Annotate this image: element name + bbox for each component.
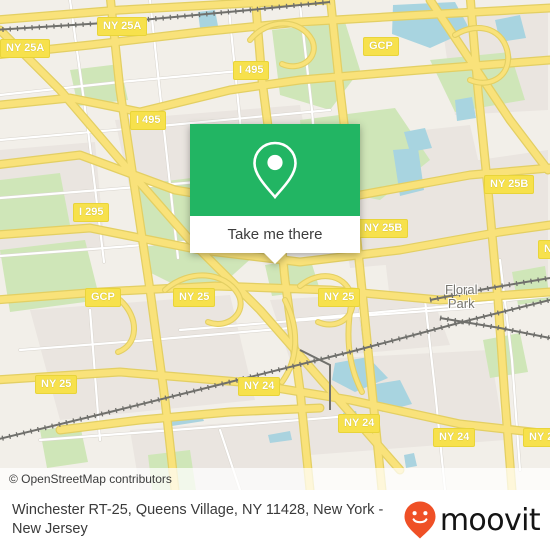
take-me-there-label: Take me there (227, 226, 323, 243)
road-shield: I 495 (233, 61, 270, 80)
road-shield: GCP (363, 37, 399, 56)
take-me-there-button[interactable]: Take me there (190, 216, 360, 253)
road-shield: NY 25A (0, 39, 51, 58)
road-shield: NY 25 (35, 375, 78, 394)
road-shield: NY 25A (97, 17, 148, 36)
map-attribution: © OpenStreetMap contributors (0, 468, 550, 490)
location-popup-card[interactable]: Take me there (190, 124, 360, 264)
road-shield: NY 24 (338, 414, 381, 433)
moovit-wordmark: moovit (439, 502, 541, 538)
map-screen: .rc { fill:none; stroke:#e3cf63; stroke-… (0, 0, 550, 550)
popup-pin-area (190, 124, 360, 216)
road-shield: I 295 (73, 203, 110, 222)
moovit-smiling-pin-icon (404, 501, 436, 539)
road-shield: I 495 (130, 111, 167, 130)
popup-tail-arrow (264, 253, 286, 264)
map-canvas[interactable]: .rc { fill:none; stroke:#e3cf63; stroke-… (0, 0, 550, 490)
road-shield: GCP (85, 288, 121, 307)
road-shield: NY 25B (358, 219, 409, 238)
road-shield: NY 2 (523, 428, 550, 447)
road-shield: N (538, 240, 550, 259)
footer-bar: Winchester RT-25, Queens Village, NY 114… (0, 490, 550, 550)
moovit-logo[interactable]: moovit (403, 500, 541, 540)
address-text: Winchester RT-25, Queens Village, NY 114… (12, 502, 384, 537)
road-shield: NY 25B (484, 175, 535, 194)
map-pin-icon (253, 141, 297, 200)
road-shield: NY 25 (318, 288, 361, 307)
road-shield: NY 24 (238, 377, 281, 396)
road-shield: NY 24 (433, 428, 476, 447)
road-shield: NY 25 (173, 288, 216, 307)
